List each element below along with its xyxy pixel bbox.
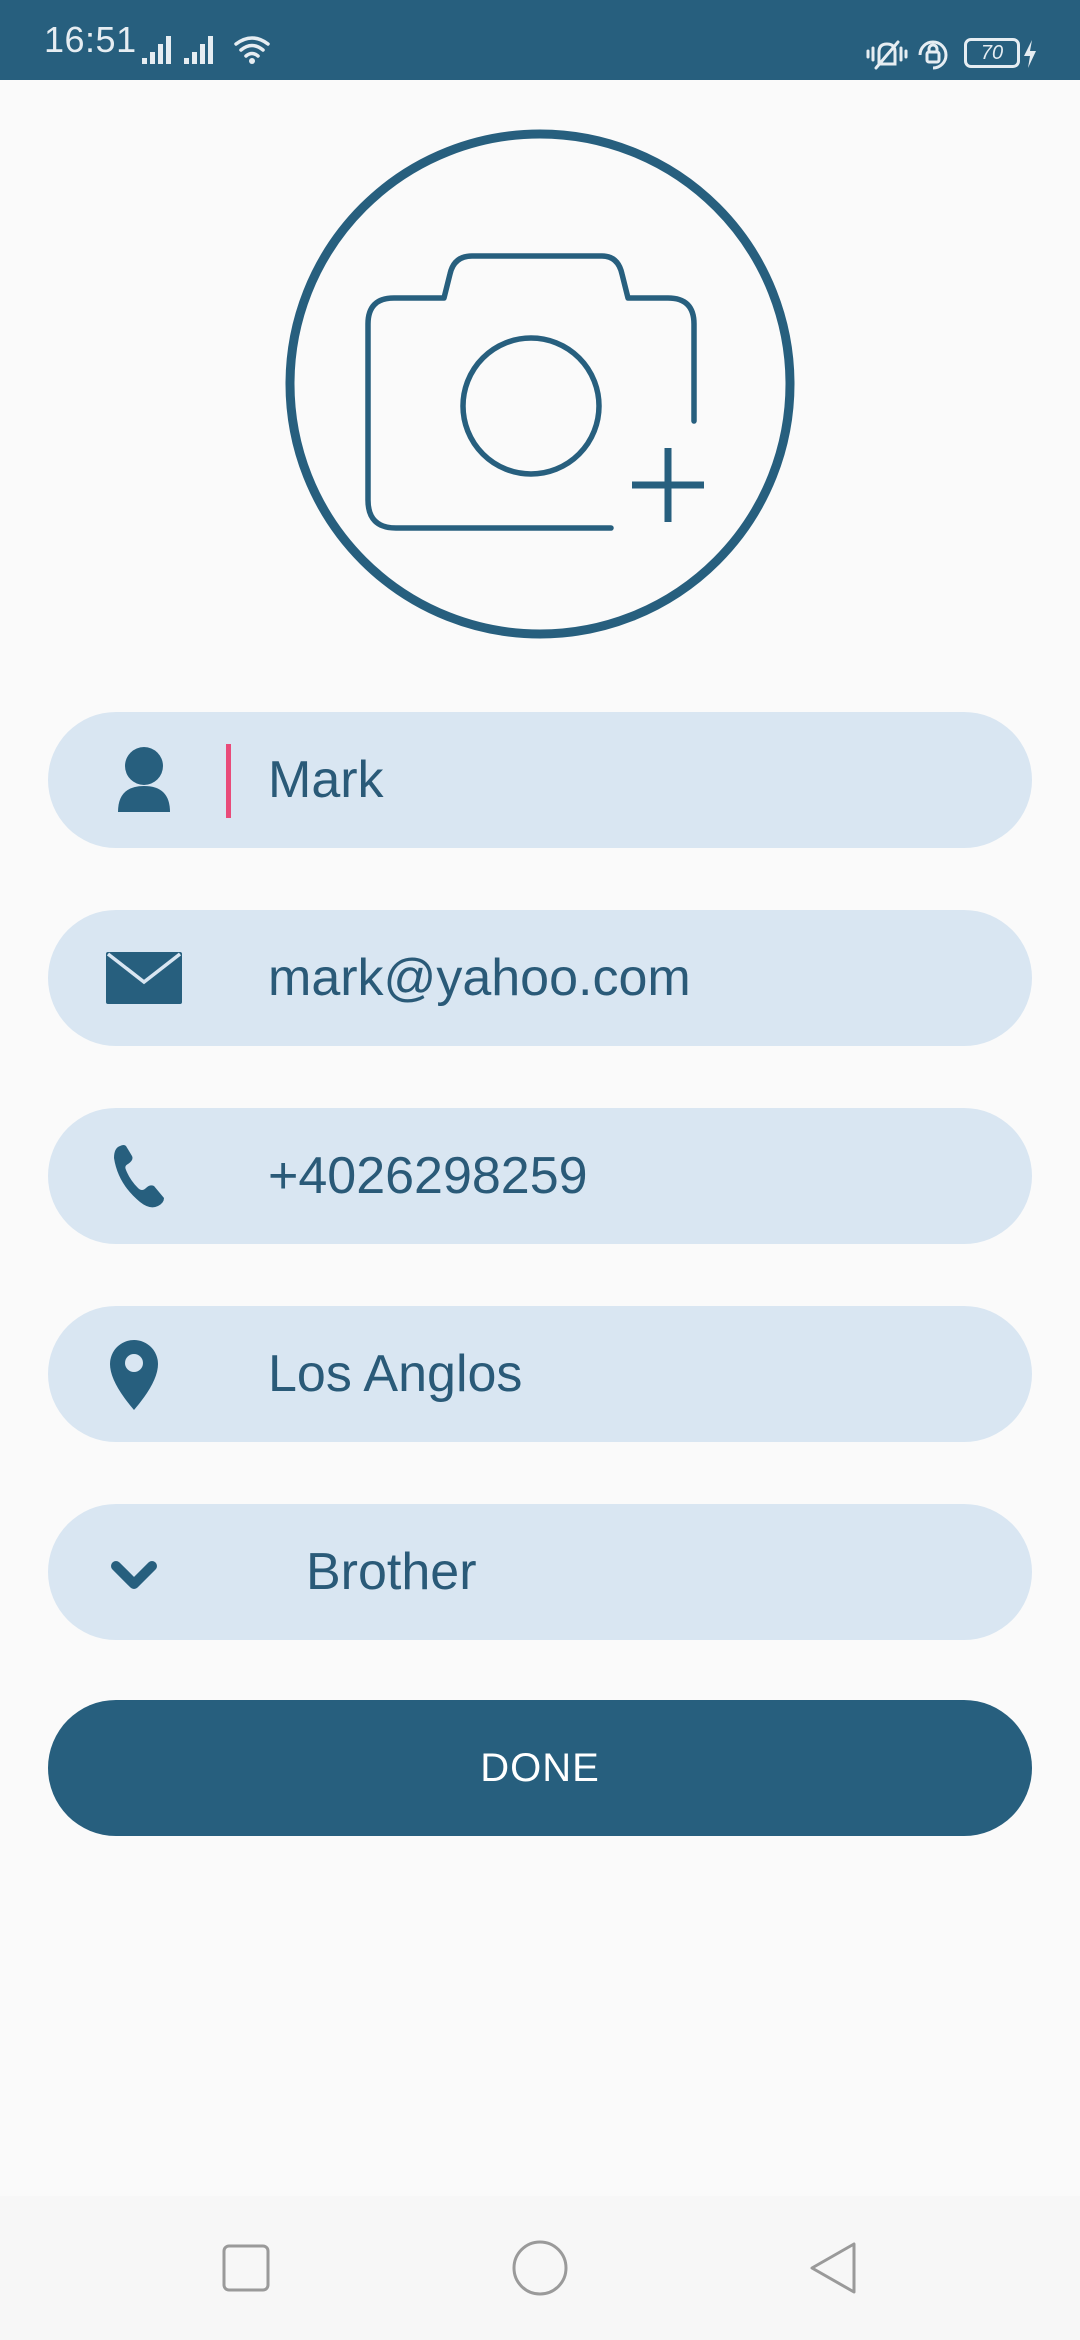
name-field[interactable]: Mark [48, 712, 1032, 848]
vibrate-icon [866, 40, 908, 70]
location-pin-icon [110, 1340, 158, 1410]
rotation-lock-icon [918, 40, 948, 70]
mail-icon [106, 952, 182, 1004]
name-input[interactable]: Mark [268, 712, 384, 848]
email-input[interactable]: mark@yahoo.com [268, 910, 691, 1046]
signal-icon [142, 36, 171, 64]
relation-select[interactable]: Brother [48, 1504, 1032, 1640]
location-field[interactable]: Los Anglos [48, 1306, 1032, 1442]
charging-icon [1024, 40, 1036, 68]
add-contact-screen: 16:51 70 Mark mark@yahoo.com +4026298259… [0, 0, 1080, 2340]
done-button[interactable]: DONE [48, 1700, 1032, 1836]
email-field[interactable]: mark@yahoo.com [48, 910, 1032, 1046]
battery-icon: 70 [964, 38, 1020, 68]
recents-square-icon[interactable] [214, 2236, 278, 2300]
signal-icon [184, 36, 213, 64]
phone-input[interactable]: +4026298259 [268, 1108, 588, 1244]
status-time: 16:51 [44, 19, 137, 60]
phone-icon [114, 1145, 164, 1208]
person-icon [118, 747, 170, 812]
phone-field[interactable]: +4026298259 [48, 1108, 1032, 1244]
chevron-down-icon[interactable] [104, 1536, 184, 1608]
plus-icon [632, 448, 704, 522]
add-photo-button[interactable] [284, 128, 796, 640]
status-bar: 16:51 70 [0, 0, 1080, 80]
signal-wifi-icons [142, 36, 270, 64]
navigation-bar [0, 2196, 1080, 2340]
location-input[interactable]: Los Anglos [268, 1306, 522, 1442]
relation-selected-value[interactable]: Brother [306, 1504, 477, 1640]
back-triangle-icon[interactable] [802, 2236, 866, 2300]
text-caret [226, 744, 231, 818]
home-circle-icon[interactable] [508, 2236, 572, 2300]
wifi-icon [234, 36, 270, 58]
